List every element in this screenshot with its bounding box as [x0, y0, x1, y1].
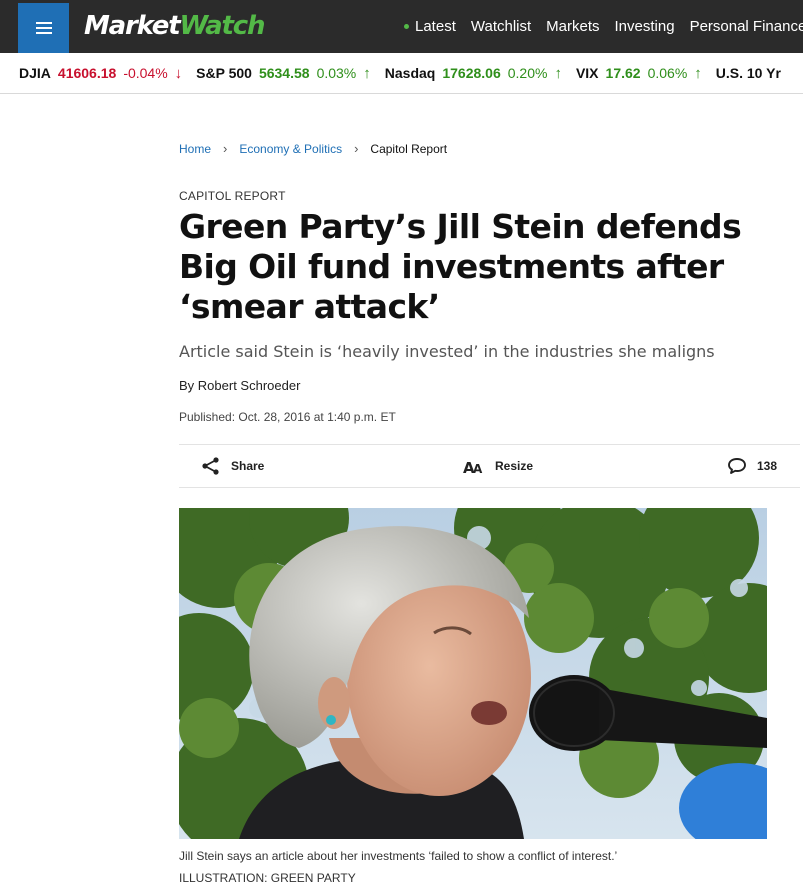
nav-latest[interactable]: Latest: [404, 18, 456, 35]
arrow-up-icon: ↑: [554, 64, 562, 82]
nav-watchlist[interactable]: Watchlist: [471, 18, 531, 35]
article-hero-image[interactable]: [179, 508, 767, 839]
svg-text:A: A: [473, 462, 483, 474]
byline: By Robert Schroeder: [179, 378, 301, 393]
author-link[interactable]: Robert Schroeder: [198, 378, 301, 393]
article-kicker[interactable]: CAPITOL REPORT: [179, 189, 286, 203]
breadcrumb-section-link[interactable]: Economy & Politics: [239, 142, 342, 156]
menu-button[interactable]: [18, 3, 69, 53]
top-navigation-bar: MarketWatch Latest Watchlist Markets Inv…: [0, 0, 803, 53]
nav-personal-finance[interactable]: Personal Finance: [690, 18, 803, 35]
share-icon: [202, 457, 219, 475]
resize-button[interactable]: A A Resize: [463, 445, 533, 487]
main-nav: Latest Watchlist Markets Investing Perso…: [404, 0, 803, 53]
arrow-up-icon: ↑: [694, 64, 702, 82]
hero-photo-illustration: [179, 508, 767, 839]
published-timestamp: Published: Oct. 28, 2016 at 1:40 p.m. ET: [179, 410, 396, 424]
nav-investing[interactable]: Investing: [615, 18, 675, 35]
chevron-right-icon: ›: [223, 141, 228, 156]
breadcrumb-home-link[interactable]: Home: [179, 142, 211, 156]
comments-button[interactable]: 138: [727, 445, 777, 487]
ticker-sp500[interactable]: S&P 500 5634.58 0.03% ↑: [196, 65, 371, 82]
live-dot-icon: [404, 24, 409, 29]
article-subhead: Article said Stein is ‘heavily invested’…: [179, 342, 715, 361]
arrow-down-icon: ↓: [174, 64, 183, 82]
ticker-vix[interactable]: VIX 17.62 0.06% ↑: [576, 65, 702, 82]
share-button[interactable]: Share: [201, 445, 264, 487]
nav-markets[interactable]: Markets: [546, 18, 599, 35]
marketwatch-logo[interactable]: MarketWatch: [84, 11, 265, 41]
ticker-us10yr[interactable]: U.S. 10 Yr: [716, 65, 788, 81]
breadcrumb-current: Capitol Report: [370, 141, 448, 156]
arrow-up-icon: ↑: [363, 64, 371, 82]
breadcrumb: Home › Economy & Politics › Capitol Repo…: [179, 141, 447, 156]
image-credit: ILLUSTRATION: GREEN PARTY: [179, 871, 356, 885]
chevron-right-icon: ›: [354, 141, 359, 156]
hamburger-icon: [35, 22, 52, 34]
article-tools-bar: Share A A Resize 138: [179, 444, 800, 488]
ticker-djia[interactable]: DJIA 41606.18 -0.04% ↓: [19, 65, 182, 82]
market-ticker: DJIA 41606.18 -0.04% ↓ S&P 500 5634.58 0…: [0, 53, 803, 94]
ticker-nasdaq[interactable]: Nasdaq 17628.06 0.20% ↑: [385, 65, 562, 82]
image-caption: Jill Stein says an article about her inv…: [179, 849, 618, 863]
comment-bubble-icon: [728, 458, 746, 474]
article-headline: Green Party’s Jill Stein defends Big Oil…: [179, 207, 742, 326]
text-resize-icon: A A: [463, 459, 483, 474]
